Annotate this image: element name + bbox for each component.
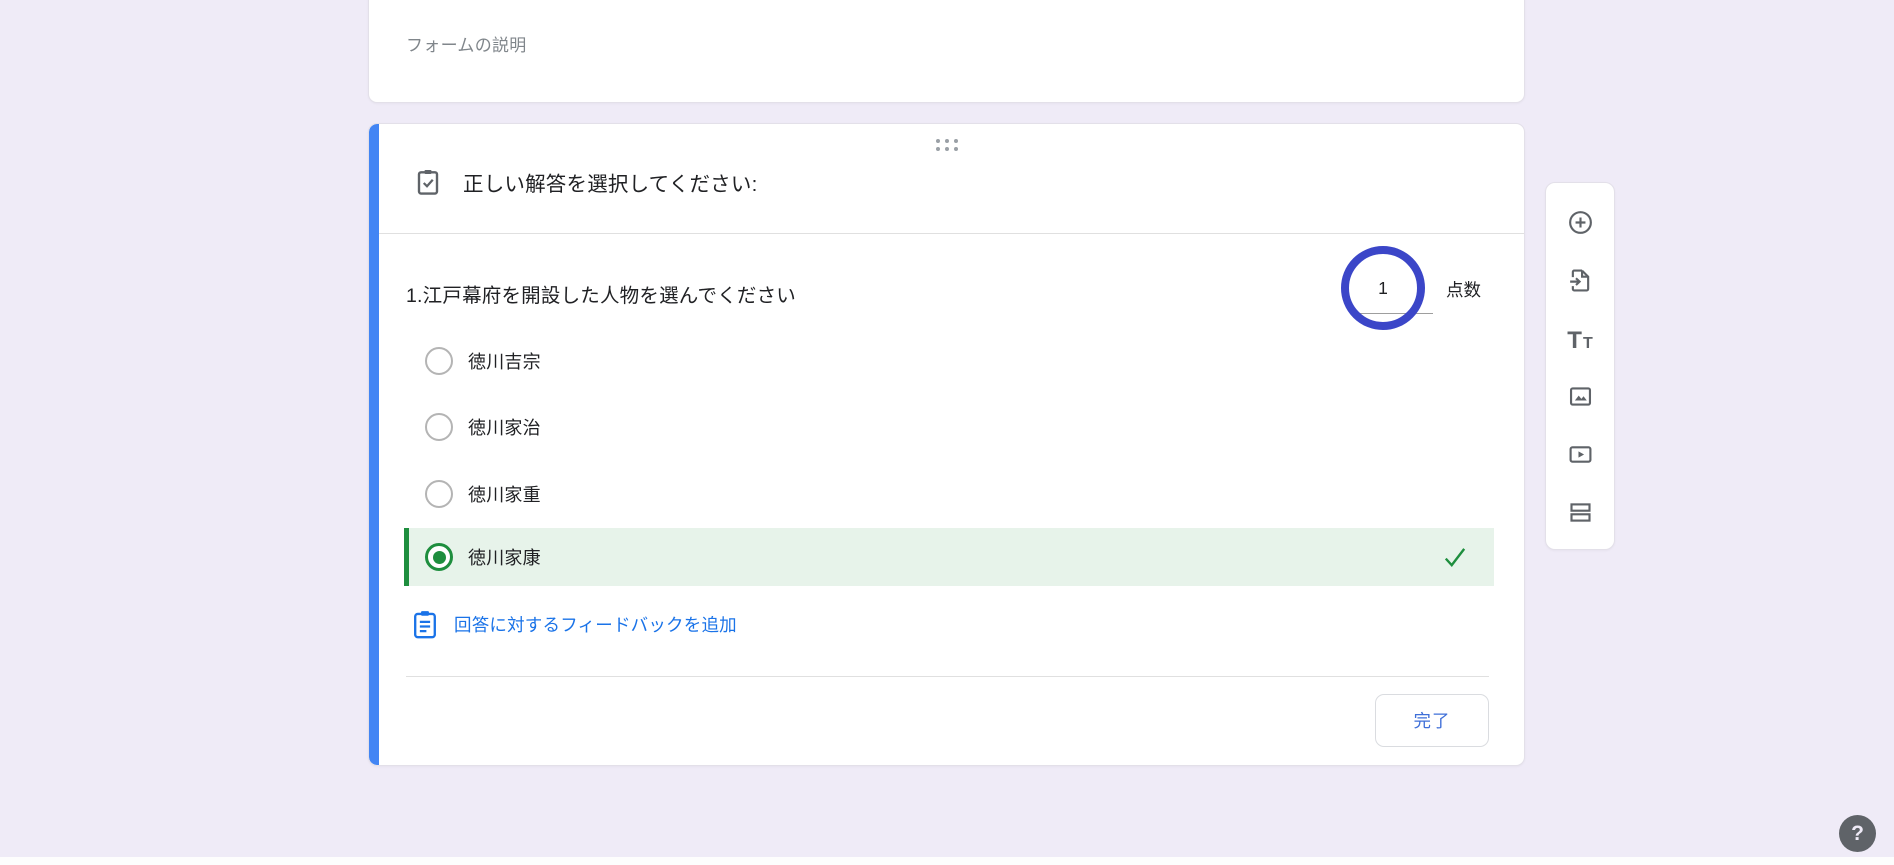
image-icon: [1567, 383, 1594, 415]
option-row[interactable]: 徳川家治: [404, 398, 1494, 456]
google-forms-edit-page: フォームの説明 正しい解答を選択してください: 1.江戸幕府を開設した人物を選ん…: [0, 0, 1894, 865]
answer-key-header: 正しい解答を選択してください:: [413, 162, 757, 202]
import-questions-button[interactable]: [1563, 268, 1597, 298]
video-icon: [1567, 441, 1594, 473]
question-card: 正しい解答を選択してください: 1.江戸幕府を開設した人物を選んでください 1 …: [368, 123, 1525, 766]
import-document-icon: [1567, 267, 1594, 299]
add-video-button[interactable]: [1563, 442, 1597, 472]
feedback-clipboard-icon: [411, 609, 439, 639]
points-input[interactable]: 1: [1341, 246, 1425, 330]
option-label: 徳川家康: [468, 544, 541, 570]
footer-divider: [406, 676, 1489, 677]
correct-check-icon: [1442, 544, 1468, 570]
add-title-description-button[interactable]: TT: [1563, 326, 1597, 356]
radio-icon[interactable]: [425, 480, 453, 508]
answer-key-title: 正しい解答を選択してください:: [463, 167, 757, 197]
section-icon: [1567, 499, 1594, 531]
option-row[interactable]: 徳川吉宗: [404, 332, 1494, 390]
radio-icon[interactable]: [425, 413, 453, 441]
help-button[interactable]: ?: [1839, 815, 1876, 852]
side-toolbar: TT: [1545, 182, 1615, 550]
plus-circle-icon: [1567, 209, 1594, 241]
header-divider: [369, 233, 1524, 234]
drag-dots-icon: [936, 139, 958, 151]
text-Tt-icon: TT: [1567, 329, 1592, 353]
points-label: 点数: [1446, 277, 1481, 302]
radio-icon[interactable]: [425, 347, 453, 375]
bottom-strip: [0, 857, 1894, 865]
option-label: 徳川吉宗: [468, 348, 541, 374]
done-button[interactable]: 完了: [1375, 694, 1489, 747]
add-answer-feedback-link[interactable]: 回答に対するフィードバックを追加: [411, 606, 737, 642]
feedback-link-label: 回答に対するフィードバックを追加: [454, 612, 737, 637]
points-value: 1: [1378, 278, 1388, 299]
form-description-card: フォームの説明: [368, 0, 1525, 103]
add-section-button[interactable]: [1563, 500, 1597, 530]
option-label: 徳川家重: [468, 481, 541, 507]
option-label: 徳川家治: [468, 414, 541, 440]
radio-selected-icon[interactable]: [425, 543, 453, 571]
question-text: 1.江戸幕府を開設した人物を選んでください: [406, 279, 796, 308]
option-row-correct-answer[interactable]: 徳川家康: [404, 528, 1494, 586]
form-description-input[interactable]: フォームの説明: [406, 31, 527, 56]
option-row[interactable]: 徳川家重: [404, 465, 1494, 523]
add-image-button[interactable]: [1563, 384, 1597, 414]
answer-key-clipboard-icon: [413, 167, 443, 197]
drag-handle[interactable]: [929, 136, 965, 154]
add-question-button[interactable]: [1563, 210, 1597, 240]
selected-card-accent-bar: [369, 124, 379, 765]
